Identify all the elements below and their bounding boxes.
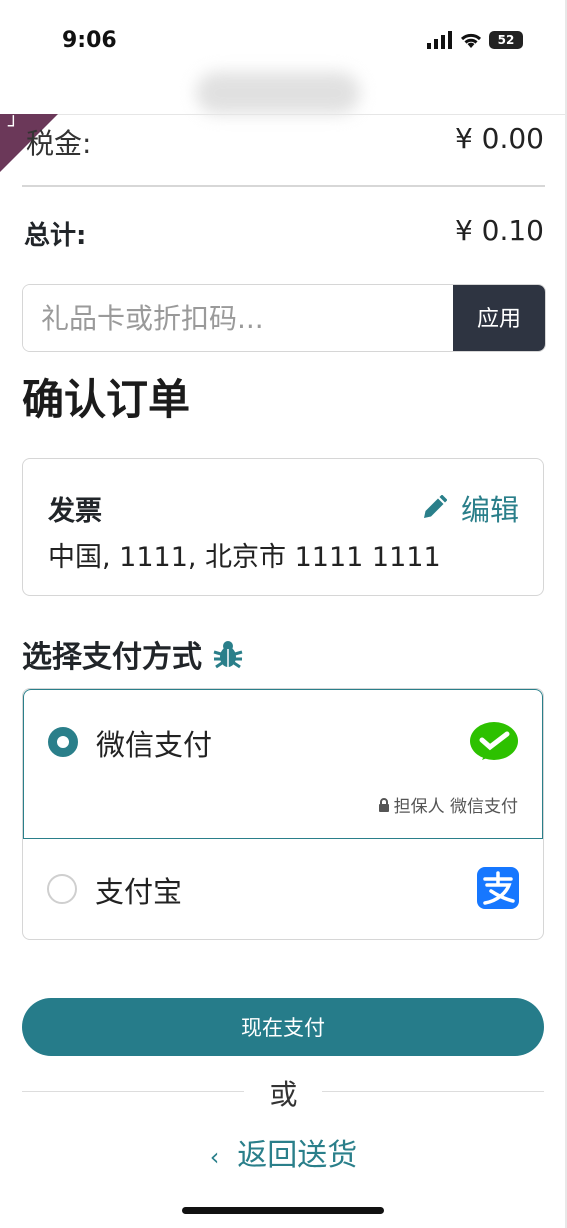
apply-button[interactable]: 应用 [453,285,545,351]
bug-icon[interactable] [212,638,244,670]
battery-icon: 52 [489,31,523,49]
radio-selected[interactable] [48,727,78,757]
total-label: 总计: [24,221,87,251]
divider [0,114,567,115]
total-value: ¥ 0.10 [454,214,544,247]
promo-code-input[interactable] [23,285,453,351]
option-label-alipay: 支付宝 [95,875,183,909]
ribbon-icon: ┘ [8,116,19,137]
battery-level: 52 [497,33,515,47]
payment-option-alipay[interactable]: 支付宝 [23,839,543,939]
tax-value: ¥ 0.00 [454,122,544,155]
invoice-address: 中国, 1111, 北京市 1111 1111 [48,542,441,573]
wifi-icon [460,33,482,48]
option-label-wechat: 微信支付 [96,728,213,762]
payment-options: 微信支付 担保人 微信支付 支付宝 [22,688,544,940]
invoice-card: 发票 编辑 中国, 1111, 北京市 1111 1111 [22,458,544,596]
edit-label: 编辑 [460,493,519,527]
radio-unselected[interactable] [47,874,77,904]
payment-option-wechat[interactable]: 微信支付 担保人 微信支付 [23,689,543,839]
home-indicator[interactable] [182,1207,384,1214]
payment-title: 选择支付方式 [22,632,244,676]
page-title: 确认订单 [22,375,191,424]
secured-text: 担保人 微信支付 [393,797,518,817]
lock-icon [378,797,389,812]
tax-label: 税金: [26,127,92,160]
back-to-delivery-link[interactable]: ‹ 返回送货 [0,1130,567,1174]
back-label: 返回送货 [237,1138,358,1173]
invoice-title: 发票 [48,496,102,527]
pay-now-button[interactable]: 现在支付 [22,998,544,1056]
status-time: 9:06 [62,28,117,53]
edit-invoice-link[interactable]: 编辑 [421,487,519,529]
chevron-left-icon: ‹ [209,1143,220,1171]
or-separator: 或 [269,1078,298,1111]
pencil-icon [423,495,447,518]
signal-icon [427,31,452,49]
status-icons: 52 [427,31,523,49]
url-bar[interactable] [196,72,360,114]
secured-note: 担保人 微信支付 [378,792,518,817]
wechat-pay-icon [468,718,520,766]
alipay-icon [477,867,519,909]
promo-form: 应用 [22,284,546,352]
summary-divider [22,185,545,187]
payment-title-text: 选择支付方式 [22,640,202,675]
